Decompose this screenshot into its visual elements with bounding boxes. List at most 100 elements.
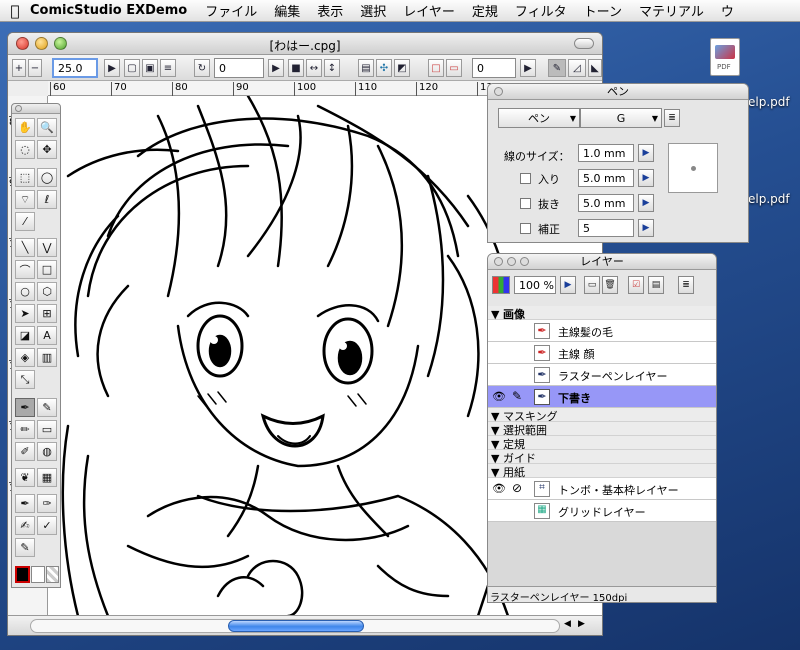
hand-tool-icon[interactable]: ✋	[15, 118, 35, 137]
transparency-icon[interactable]: ◩	[394, 59, 410, 77]
line-width-tool-icon[interactable]: ✍	[15, 516, 35, 535]
snap-guide-icon[interactable]: ▭	[446, 59, 462, 77]
page-view-icon[interactable]: ▣	[142, 59, 158, 77]
lasso-tool-icon[interactable]: ℓ	[37, 190, 57, 209]
scroll-thumb[interactable]	[228, 620, 364, 632]
apple-logo-icon[interactable]: 	[0, 2, 30, 20]
pen-panel-menu-icon[interactable]: ≣	[664, 109, 680, 127]
fit-page-icon[interactable]: ▢	[124, 59, 140, 77]
lock-icon[interactable]: ⊘	[512, 481, 522, 495]
iri-checkbox[interactable]	[520, 173, 531, 184]
polygon-tool-icon[interactable]: ⬡	[37, 282, 57, 301]
layer-category-guide[interactable]: ▼ ガイド	[488, 450, 716, 465]
panel-tool-icon[interactable]: ◪	[15, 326, 35, 345]
rotate-view-tool-icon[interactable]: ◌	[15, 140, 35, 159]
layer-row[interactable]: ✒ 主線髪の毛	[488, 320, 716, 342]
menu-material[interactable]: マテリアル	[639, 1, 704, 20]
flip-horizontal-icon[interactable]: ↔	[306, 59, 322, 77]
iri-arrow-button[interactable]: ▶	[638, 169, 654, 187]
hosei-checkbox[interactable]	[520, 223, 531, 234]
scroll-right-arrow-icon[interactable]: ▶	[578, 619, 585, 629]
hosei-arrow-button[interactable]: ▶	[638, 219, 654, 237]
text-tool-icon[interactable]: A	[37, 326, 57, 345]
iri-input[interactable]: 5.0 mm	[578, 169, 634, 187]
eyedropper-tool-icon[interactable]: ⤡	[15, 370, 35, 389]
nuki-arrow-button[interactable]: ▶	[638, 194, 654, 212]
pen-panel-titlebar[interactable]: ペン	[488, 84, 748, 100]
desktop-file-label-2[interactable]: elp.pdf	[748, 192, 790, 206]
window-titlebar[interactable]: [わはー.cpg]	[8, 33, 602, 55]
ellipse-tool-icon[interactable]: ○	[15, 282, 35, 301]
layer-color-icon[interactable]	[492, 276, 510, 294]
layer-row-selected[interactable]: 👁 ✎ ✒ 下書き	[488, 386, 716, 408]
zoom-out-button[interactable]: −	[28, 59, 42, 77]
menu-view[interactable]: 表示	[317, 1, 343, 20]
layer-property-icon[interactable]: ☑	[628, 276, 644, 294]
rotate-arrow-button[interactable]: ▶	[268, 59, 284, 77]
pen-pressure-icon[interactable]: ✎	[548, 59, 566, 77]
vector-eraser-tool-icon[interactable]: ✑	[37, 494, 57, 513]
menu-tone[interactable]: トーン	[584, 1, 622, 20]
angle-input[interactable]: 0	[472, 58, 516, 78]
rotate-reset-icon[interactable]: ■	[288, 59, 304, 77]
angle-arrow-button[interactable]: ▶	[520, 59, 536, 77]
layer-category-image[interactable]: ▼ 画像	[488, 306, 716, 321]
ruler-toggle-icon[interactable]: ▤	[358, 59, 374, 77]
tool-palette-close-button[interactable]	[15, 105, 22, 112]
rectangle-tool-icon[interactable]: □	[37, 260, 57, 279]
line-tool-icon[interactable]: ╲	[15, 238, 35, 257]
layer-list-icon[interactable]: ▤	[648, 276, 664, 294]
pen-tool-dropdown[interactable]: ペン ▼	[498, 108, 580, 128]
delete-layer-icon[interactable]: 🗑	[602, 276, 618, 294]
rect-select-tool-icon[interactable]: ⬚	[15, 168, 35, 187]
ellipse-select-tool-icon[interactable]: ◯	[37, 168, 57, 187]
transparent-color-swatch[interactable]	[46, 566, 59, 583]
tone-scratch-tool-icon[interactable]: ▦	[37, 468, 57, 487]
layer-panel-menu-icon[interactable]: ≣	[678, 276, 694, 294]
horizontal-scrollbar[interactable]: ◀ ▶	[8, 615, 602, 635]
rotate-icon[interactable]: ↻	[194, 59, 210, 77]
layer-panel-minimize-button[interactable]	[507, 257, 516, 266]
vector-pen-tool-icon[interactable]: ✒	[15, 494, 35, 513]
curve-tool-icon[interactable]: ⌒	[15, 260, 35, 279]
new-layer-icon[interactable]: ▭	[584, 276, 600, 294]
edit-pen-icon[interactable]: ✎	[512, 389, 522, 403]
layer-opacity-input[interactable]: 100 %	[514, 276, 556, 294]
sub-color-swatch[interactable]	[31, 566, 45, 583]
polyline-tool-icon[interactable]: ⋁	[37, 238, 57, 257]
toolbar-toggle-button[interactable]	[574, 38, 594, 49]
print-view-icon[interactable]: ≡	[160, 59, 176, 77]
nuki-checkbox[interactable]	[520, 198, 531, 209]
layer-row[interactable]: ✒ 主線 顔	[488, 342, 716, 364]
desktop-file-label[interactable]: elp.pdf	[748, 95, 790, 109]
menu-filter[interactable]: フィルタ	[515, 1, 567, 20]
layer-category-ruler[interactable]: ▼ 定規	[488, 436, 716, 451]
menu-window[interactable]: ウ	[721, 1, 734, 20]
grid-toggle-icon[interactable]: ✣	[376, 59, 392, 77]
line-smooth-tool-icon[interactable]: ✎	[15, 538, 35, 557]
layer-category-masking[interactable]: ▼ マスキング	[488, 408, 716, 423]
ruler-snap-icon[interactable]: ◿	[568, 59, 586, 77]
pen-panel-close-button[interactable]	[494, 87, 503, 96]
menu-layer[interactable]: レイヤー	[403, 1, 455, 20]
pencil-tool-icon[interactable]: ✏	[15, 420, 35, 439]
move-tool-icon[interactable]: ✥	[37, 140, 57, 159]
marker-tool-icon[interactable]: ✎	[37, 398, 57, 417]
layer-panel-close-button[interactable]	[494, 257, 503, 266]
eraser-tool-icon[interactable]: ▭	[37, 420, 57, 439]
frame-tool-icon[interactable]: ⊞	[37, 304, 57, 323]
polyline-select-tool-icon[interactable]: ⌔	[15, 190, 35, 209]
gradient-tool-icon[interactable]: ▥	[37, 348, 57, 367]
tone-tool-icon[interactable]: ❦	[15, 468, 35, 487]
zoom-tool-icon[interactable]: 🔍	[37, 118, 57, 137]
desktop-pdf-file-icon[interactable]: PDF	[710, 38, 740, 76]
tool-palette-titlebar[interactable]	[12, 104, 60, 114]
layer-row[interactable]: ▦ グリッドレイヤー	[488, 500, 716, 522]
layer-row[interactable]: ✒ ラスターペンレイヤー	[488, 364, 716, 386]
layer-panel-titlebar[interactable]: レイヤー	[488, 254, 716, 270]
fill-tool-icon[interactable]: ◈	[15, 348, 35, 367]
control-point-tool-icon[interactable]: ✓	[37, 516, 57, 535]
more-tools-icon[interactable]: ◣	[588, 59, 602, 77]
rotate-input[interactable]: 0	[214, 58, 264, 78]
line-size-arrow-button[interactable]: ▶	[638, 144, 654, 162]
